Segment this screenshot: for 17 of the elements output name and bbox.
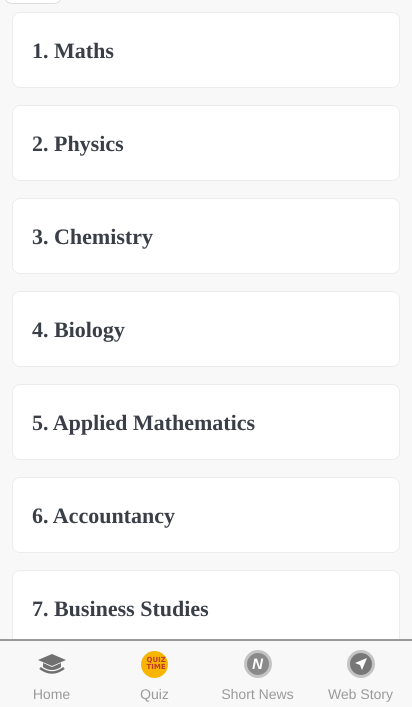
paper-plane-icon — [346, 650, 374, 678]
subject-title: 7. Business Studies — [32, 594, 209, 622]
subject-card[interactable]: 2. Physics — [12, 105, 400, 181]
subject-card[interactable]: 4. Biology — [12, 291, 400, 367]
subject-card[interactable]: 3. Chemistry — [12, 198, 400, 274]
subject-card[interactable]: 6. Accountancy — [12, 477, 400, 553]
subject-card[interactable]: 5. Applied Mathematics — [12, 384, 400, 460]
subject-card[interactable]: 1. Maths — [12, 12, 400, 88]
subject-title: 6. Accountancy — [32, 502, 175, 530]
subject-title: 3. Chemistry — [32, 222, 153, 251]
subject-title: 5. Applied Mathematics — [32, 408, 256, 437]
badge-text: N — [252, 656, 263, 672]
graduation-cap-icon — [36, 653, 66, 675]
subject-title: 1. Maths — [32, 36, 114, 64]
subject-card[interactable]: 7. Business Studies — [12, 570, 400, 639]
subject-title: 2. Physics — [32, 130, 124, 158]
subject-title: 4. Biology — [32, 316, 125, 344]
